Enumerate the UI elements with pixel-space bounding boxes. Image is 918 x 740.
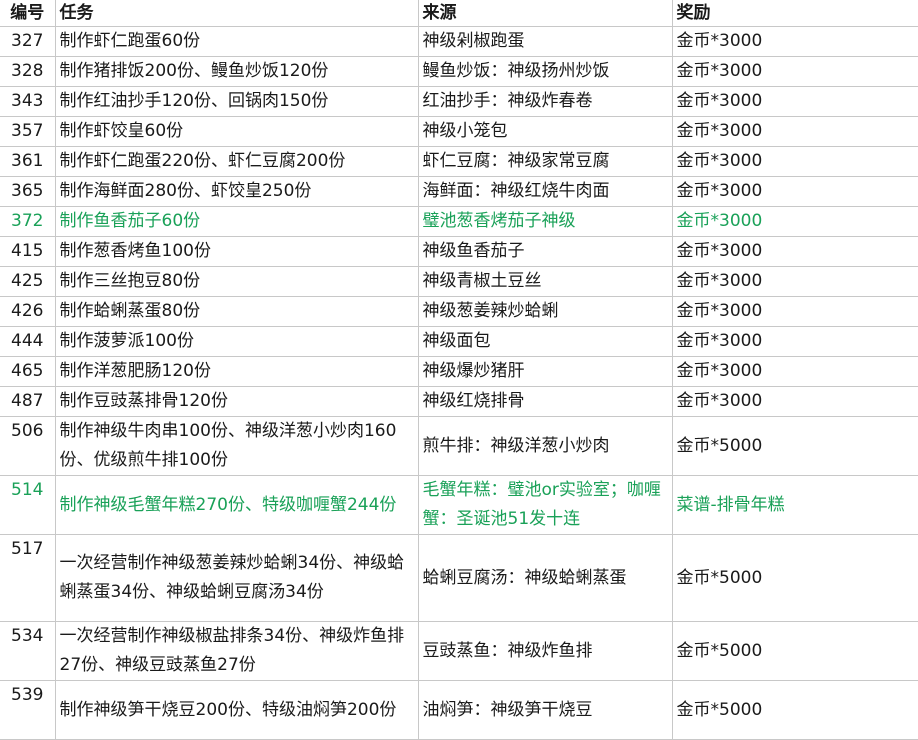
row-source: 海鲜面：神级红烧牛肉面 — [417, 176, 673, 207]
row-task: 制作猪排饭200份、鳗鱼炒饭120份 — [54, 56, 419, 87]
row-task: 制作豆豉蒸排骨120份 — [54, 386, 419, 417]
row-task: 制作葱香烤鱼100份 — [54, 236, 419, 267]
row-reward: 金币*3000 — [671, 116, 918, 147]
row-id: 372 — [0, 206, 56, 237]
table-row-highlighted: 372 制作鱼香茄子60份 璧池葱香烤茄子神级 金币*3000 — [0, 206, 918, 237]
row-id: 506 — [0, 416, 56, 476]
row-task: 制作鱼香茄子60份 — [54, 206, 419, 237]
row-task: 制作蛤蜊蒸蛋80份 — [54, 296, 419, 327]
row-id: 365 — [0, 176, 56, 207]
row-reward: 金币*3000 — [671, 146, 918, 177]
table-row: 328 制作猪排饭200份、鳗鱼炒饭120份 鳗鱼炒饭：神级扬州炒饭 金币*30… — [0, 56, 918, 87]
row-source: 神级小笼包 — [417, 116, 673, 147]
row-id: 361 — [0, 146, 56, 177]
row-reward: 金币*3000 — [671, 296, 918, 327]
table-row: 343 制作红油抄手120份、回锅肉150份 红油抄手：神级炸春卷 金币*300… — [0, 86, 918, 117]
row-task: 制作虾仁跑蛋60份 — [54, 26, 419, 57]
row-task: 制作神级笋干烧豆200份、特级油焖笋200份 — [54, 680, 419, 740]
row-source: 豆豉蒸鱼：神级炸鱼排 — [417, 621, 673, 681]
row-source: 神级青椒土豆丝 — [417, 266, 673, 297]
row-task: 制作三丝抱豆80份 — [54, 266, 419, 297]
row-source: 神级红烧排骨 — [417, 386, 673, 417]
header-row: 编号 任务 来源 奖励 — [0, 0, 918, 27]
row-id: 539 — [0, 680, 56, 740]
row-task: 一次经营制作神级葱姜辣炒蛤蜊34份、神级蛤蜊蒸蛋34份、神级蛤蜊豆腐汤34份 — [54, 534, 419, 622]
header-id: 编号 — [0, 0, 56, 27]
table-row: 444 制作菠萝派100份 神级面包 金币*3000 — [0, 326, 918, 357]
row-source: 神级爆炒猪肝 — [417, 356, 673, 387]
row-source: 神级剁椒跑蛋 — [417, 26, 673, 57]
row-id: 444 — [0, 326, 56, 357]
row-id: 328 — [0, 56, 56, 87]
row-source: 油焖笋：神级笋干烧豆 — [417, 680, 673, 740]
row-reward: 金币*3000 — [671, 356, 918, 387]
row-task: 制作神级毛蟹年糕270份、特级咖喱蟹244份 — [54, 475, 419, 535]
row-id: 514 — [0, 475, 56, 535]
task-table: 编号 任务 来源 奖励 327 制作虾仁跑蛋60份 神级剁椒跑蛋 金币*3000… — [0, 0, 918, 740]
header-task: 任务 — [54, 0, 419, 27]
row-task: 制作海鲜面280份、虾饺皇250份 — [54, 176, 419, 207]
row-id: 415 — [0, 236, 56, 267]
row-task: 制作虾仁跑蛋220份、虾仁豆腐200份 — [54, 146, 419, 177]
row-reward: 金币*5000 — [671, 680, 918, 740]
table-row: 365 制作海鲜面280份、虾饺皇250份 海鲜面：神级红烧牛肉面 金币*300… — [0, 176, 918, 207]
header-reward: 奖励 — [671, 0, 918, 27]
row-id: 426 — [0, 296, 56, 327]
row-task: 制作红油抄手120份、回锅肉150份 — [54, 86, 419, 117]
row-reward: 金币*3000 — [671, 326, 918, 357]
row-id: 425 — [0, 266, 56, 297]
table-row: 426 制作蛤蜊蒸蛋80份 神级葱姜辣炒蛤蜊 金币*3000 — [0, 296, 918, 327]
row-task: 制作虾饺皇60份 — [54, 116, 419, 147]
row-source: 神级葱姜辣炒蛤蜊 — [417, 296, 673, 327]
row-task: 制作菠萝派100份 — [54, 326, 419, 357]
row-reward: 金币*3000 — [671, 206, 918, 237]
table-row: 506 制作神级牛肉串100份、神级洋葱小炒肉160份、优级煎牛排100份 煎牛… — [0, 416, 918, 476]
row-id: 357 — [0, 116, 56, 147]
row-source: 神级鱼香茄子 — [417, 236, 673, 267]
table-row: 415 制作葱香烤鱼100份 神级鱼香茄子 金币*3000 — [0, 236, 918, 267]
row-reward: 金币*5000 — [671, 416, 918, 476]
table-row: 361 制作虾仁跑蛋220份、虾仁豆腐200份 虾仁豆腐：神级家常豆腐 金币*3… — [0, 146, 918, 177]
table-row-highlighted: 514 制作神级毛蟹年糕270份、特级咖喱蟹244份 毛蟹年糕：璧池or实验室；… — [0, 475, 918, 535]
row-reward: 金币*5000 — [671, 621, 918, 681]
row-source: 红油抄手：神级炸春卷 — [417, 86, 673, 117]
row-reward: 金币*3000 — [671, 236, 918, 267]
row-reward: 菜谱-排骨年糕 — [671, 475, 918, 535]
row-source: 虾仁豆腐：神级家常豆腐 — [417, 146, 673, 177]
row-reward: 金币*3000 — [671, 56, 918, 87]
header-source: 来源 — [417, 0, 673, 27]
row-reward: 金币*3000 — [671, 176, 918, 207]
row-reward: 金币*5000 — [671, 534, 918, 622]
table-row: 465 制作洋葱肥肠120份 神级爆炒猪肝 金币*3000 — [0, 356, 918, 387]
row-id: 487 — [0, 386, 56, 417]
row-source: 神级面包 — [417, 326, 673, 357]
table-row: 539 制作神级笋干烧豆200份、特级油焖笋200份 油焖笋：神级笋干烧豆 金币… — [0, 680, 918, 740]
row-source: 鳗鱼炒饭：神级扬州炒饭 — [417, 56, 673, 87]
table-row: 327 制作虾仁跑蛋60份 神级剁椒跑蛋 金币*3000 — [0, 26, 918, 57]
row-source: 煎牛排：神级洋葱小炒肉 — [417, 416, 673, 476]
row-source: 璧池葱香烤茄子神级 — [417, 206, 673, 237]
row-id: 343 — [0, 86, 56, 117]
table-row: 425 制作三丝抱豆80份 神级青椒土豆丝 金币*3000 — [0, 266, 918, 297]
row-reward: 金币*3000 — [671, 86, 918, 117]
row-source: 蛤蜊豆腐汤：神级蛤蜊蒸蛋 — [417, 534, 673, 622]
row-task: 制作神级牛肉串100份、神级洋葱小炒肉160份、优级煎牛排100份 — [54, 416, 419, 476]
row-task: 一次经营制作神级椒盐排条34份、神级炸鱼排27份、神级豆豉蒸鱼27份 — [54, 621, 419, 681]
table-row: 487 制作豆豉蒸排骨120份 神级红烧排骨 金币*3000 — [0, 386, 918, 417]
table-row: 357 制作虾饺皇60份 神级小笼包 金币*3000 — [0, 116, 918, 147]
row-source: 毛蟹年糕：璧池or实验室；咖喱蟹：圣诞池51发十连 — [417, 475, 673, 535]
row-id: 327 — [0, 26, 56, 57]
row-task: 制作洋葱肥肠120份 — [54, 356, 419, 387]
row-reward: 金币*3000 — [671, 26, 918, 57]
table-row: 534 一次经营制作神级椒盐排条34份、神级炸鱼排27份、神级豆豉蒸鱼27份 豆… — [0, 621, 918, 681]
table-row: 517 一次经营制作神级葱姜辣炒蛤蜊34份、神级蛤蜊蒸蛋34份、神级蛤蜊豆腐汤3… — [0, 534, 918, 622]
row-id: 534 — [0, 621, 56, 681]
row-reward: 金币*3000 — [671, 266, 918, 297]
row-id: 465 — [0, 356, 56, 387]
row-reward: 金币*3000 — [671, 386, 918, 417]
row-id: 517 — [0, 534, 56, 622]
